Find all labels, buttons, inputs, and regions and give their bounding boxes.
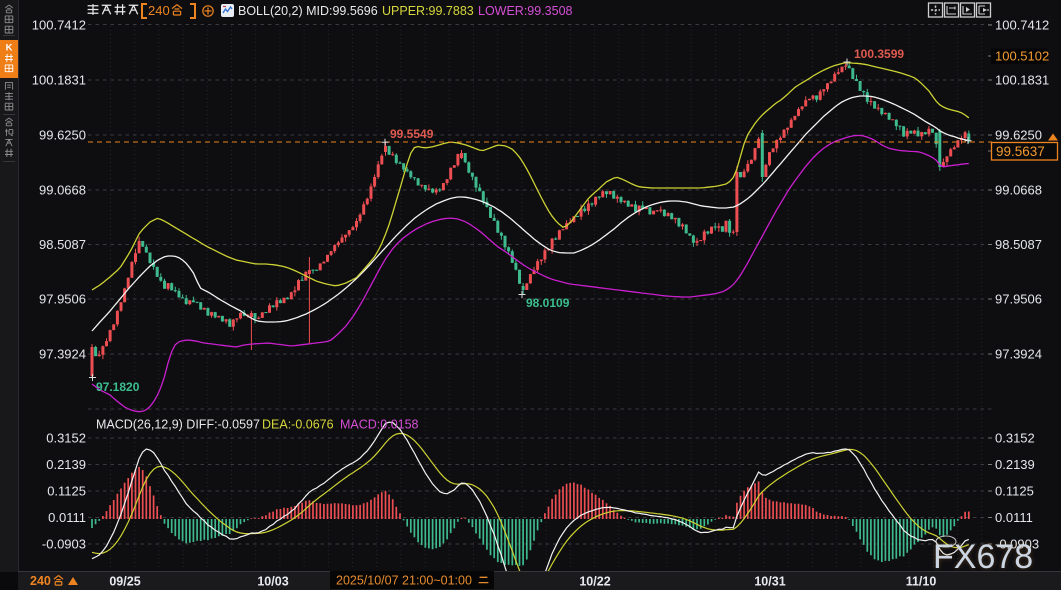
svg-text:97.9506: 97.9506	[995, 292, 1042, 307]
svg-text:98.5087: 98.5087	[39, 237, 86, 252]
svg-text:100.1831: 100.1831	[995, 73, 1049, 88]
svg-text:100.3599: 100.3599	[854, 47, 904, 61]
svg-text:97.9506: 97.9506	[39, 292, 86, 307]
svg-text:99.5549: 99.5549	[390, 127, 434, 141]
svg-text:0.3152: 0.3152	[46, 431, 86, 446]
svg-text:0.0111: 0.0111	[995, 510, 1033, 525]
svg-text:09/25: 09/25	[109, 575, 140, 589]
svg-text:97.3924: 97.3924	[39, 347, 86, 362]
svg-text:LOWER:99.3508: LOWER:99.3508	[478, 4, 573, 18]
svg-text:97.1820: 97.1820	[96, 380, 140, 394]
svg-text:240: 240	[148, 3, 170, 18]
svg-text:MACD:0.0158: MACD:0.0158	[340, 418, 419, 432]
svg-text:DEA:-0.0676: DEA:-0.0676	[262, 418, 334, 432]
svg-text:11/10: 11/10	[906, 575, 937, 589]
svg-text:99.5637: 99.5637	[996, 144, 1045, 159]
svg-text:100.7412: 100.7412	[32, 18, 86, 33]
svg-text:10/31: 10/31	[754, 575, 785, 589]
svg-text:2025/10/07 21:00~01:00: 2025/10/07 21:00~01:00	[336, 574, 472, 588]
svg-text:10/03: 10/03	[257, 575, 288, 589]
svg-text:240: 240	[30, 574, 51, 588]
svg-text:10/22: 10/22	[579, 575, 610, 589]
svg-text:98.0109: 98.0109	[526, 296, 570, 310]
svg-text:UPPER:99.7883: UPPER:99.7883	[382, 4, 474, 18]
svg-text:98.5087: 98.5087	[995, 237, 1042, 252]
svg-text:100.5102: 100.5102	[995, 49, 1049, 64]
svg-text:K: K	[6, 43, 13, 54]
svg-text:FX678: FX678	[933, 538, 1033, 576]
svg-text:99.0668: 99.0668	[995, 183, 1042, 198]
svg-text:BOLL(20,2) MID:99.5696: BOLL(20,2) MID:99.5696	[238, 4, 378, 18]
svg-text:MACD(26,12,9) DIFF:-0.0597: MACD(26,12,9) DIFF:-0.0597	[96, 418, 260, 432]
svg-text:97.3924: 97.3924	[995, 347, 1042, 362]
svg-text:99.6250: 99.6250	[39, 128, 86, 143]
svg-text:0.2139: 0.2139	[46, 457, 86, 472]
svg-text:99.6250: 99.6250	[995, 128, 1042, 143]
svg-text:0.2139: 0.2139	[995, 457, 1035, 472]
svg-text:100.7412: 100.7412	[995, 18, 1049, 33]
svg-text:99.0668: 99.0668	[39, 183, 86, 198]
svg-text:0.1125: 0.1125	[47, 484, 86, 499]
svg-text:0.0111: 0.0111	[48, 510, 86, 525]
svg-text:0.1125: 0.1125	[995, 484, 1034, 499]
svg-text:100.1831: 100.1831	[32, 73, 86, 88]
svg-text:0.3152: 0.3152	[995, 431, 1035, 446]
svg-text:-0.0903: -0.0903	[42, 537, 86, 552]
